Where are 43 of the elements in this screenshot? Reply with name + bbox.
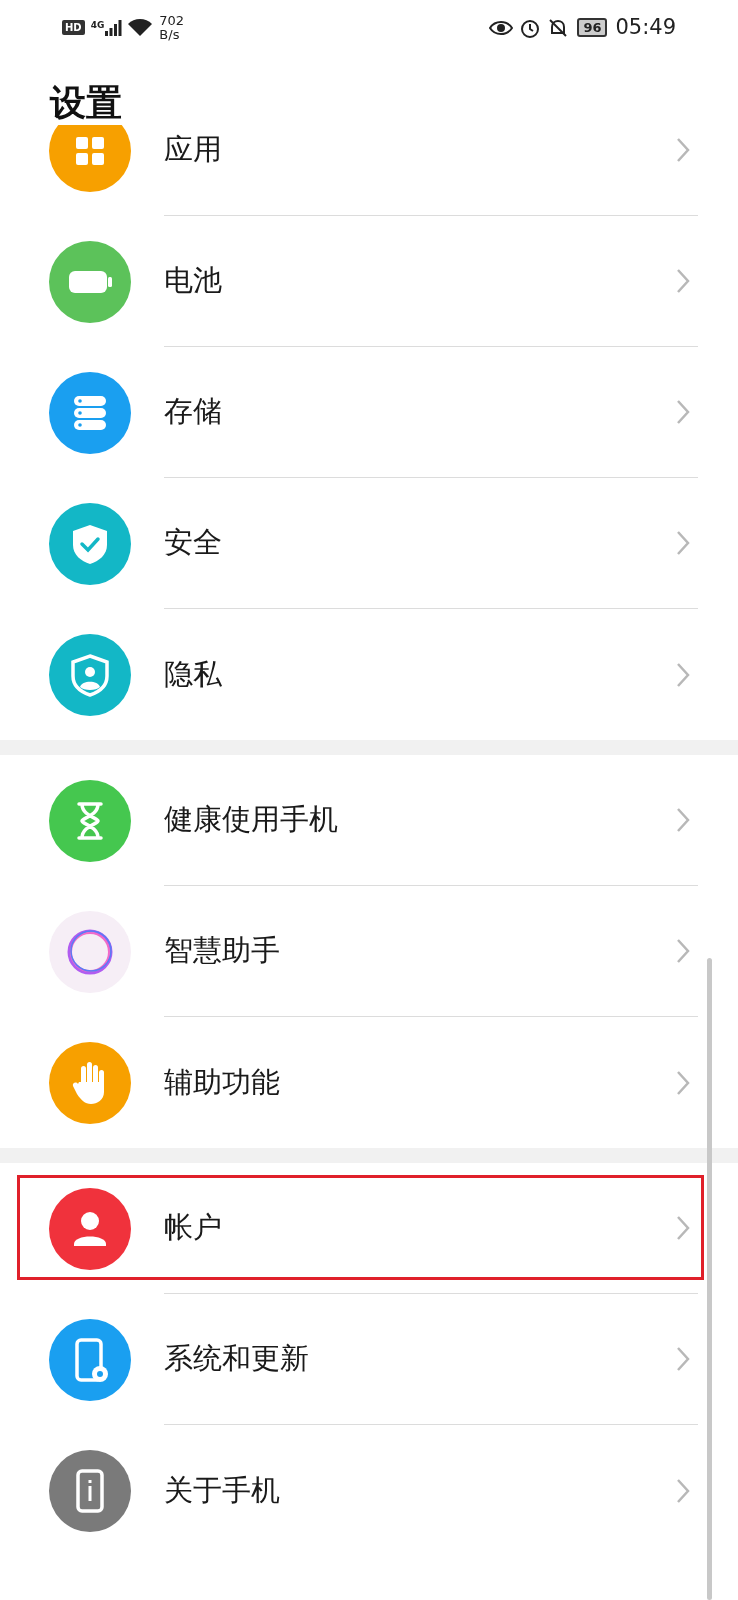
- signal-icon: [104, 18, 123, 37]
- setting-label[interactable]: 系统和更新: [164, 1337, 676, 1381]
- hand-icon: [49, 1041, 131, 1124]
- hourglass-icon: [49, 779, 131, 862]
- setting-label[interactable]: 关于手机: [164, 1468, 676, 1513]
- setting-label[interactable]: 帐户: [164, 1206, 676, 1250]
- chevron-icon: [676, 807, 690, 833]
- chevron-icon: [676, 268, 690, 294]
- person-icon: [49, 1187, 131, 1270]
- chevron-icon: [676, 938, 690, 964]
- chevron-icon: [676, 530, 690, 556]
- battery-level: 96: [577, 18, 608, 37]
- phone-info-icon: [49, 1449, 131, 1532]
- page-title: 设置: [50, 81, 122, 125]
- chevron-icon: [676, 137, 690, 163]
- grid-icon: [49, 125, 131, 192]
- speed-value: 702: [159, 13, 185, 28]
- eye-icon: [489, 19, 514, 36]
- setting-label[interactable]: 存储: [164, 390, 676, 434]
- chevron-icon: [676, 399, 690, 425]
- setting-label[interactable]: 应用: [164, 128, 676, 172]
- battery-icon: [49, 240, 131, 323]
- shield-check-icon: [49, 502, 131, 585]
- wifi-icon: [127, 17, 154, 38]
- phone-gear-icon: [49, 1318, 131, 1401]
- setting-label[interactable]: 健康使用手机: [164, 798, 676, 842]
- setting-label[interactable]: 电池: [164, 259, 676, 303]
- chevron-icon: [676, 661, 690, 688]
- clock: 05:49: [615, 13, 676, 41]
- shield-person-icon: [49, 633, 131, 716]
- chevron-icon: [676, 1069, 690, 1096]
- setting-label[interactable]: 辅助功能: [164, 1060, 676, 1105]
- chevron-icon: [676, 1477, 690, 1504]
- setting-label[interactable]: 智慧助手: [164, 929, 676, 973]
- network-label: 4G: [90, 18, 105, 32]
- ring-icon: [49, 910, 131, 993]
- storage-icon: [49, 371, 131, 454]
- chevron-icon: [676, 1215, 690, 1241]
- speed-unit: B/s: [159, 27, 181, 42]
- setting-label[interactable]: 隐私: [164, 652, 676, 697]
- chevron-icon: [676, 1346, 690, 1372]
- setting-label[interactable]: 安全: [164, 521, 676, 565]
- hd-badge: HD: [62, 20, 85, 35]
